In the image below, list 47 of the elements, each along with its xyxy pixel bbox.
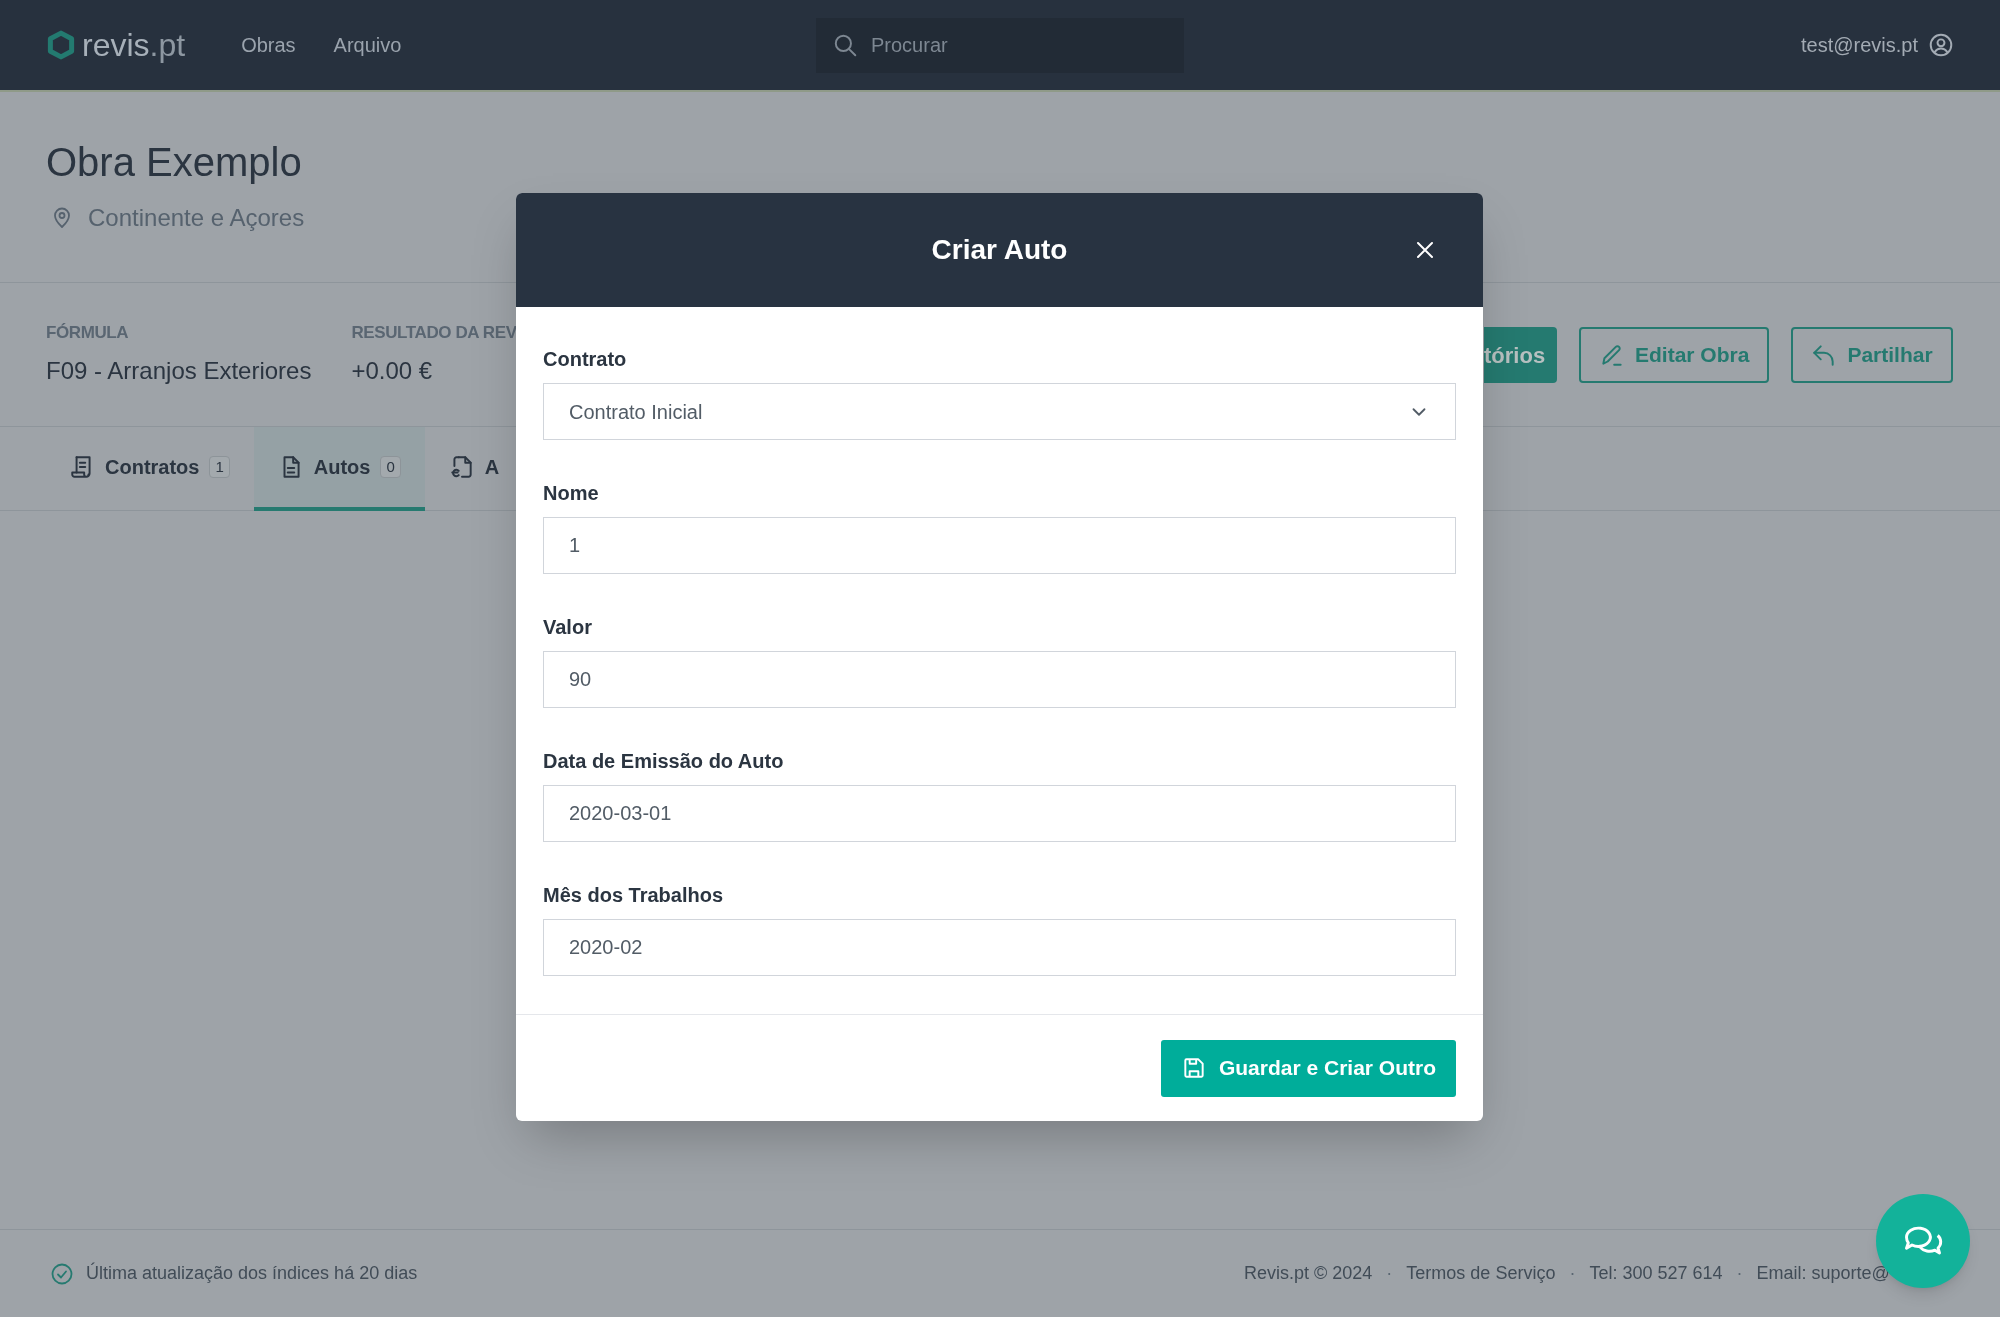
dialog-title: Criar Auto — [931, 233, 1068, 267]
project-title: Obra Exemplo — [46, 139, 303, 186]
nav-link[interactable]: Arquivo — [333, 30, 402, 60]
field-label: Data de Emissão do Auto — [543, 749, 785, 773]
tab[interactable]: Contratos 1 — [45, 427, 254, 511]
search-icon — [832, 32, 858, 58]
user-icon — [1928, 32, 1954, 58]
input-field[interactable]: 2020-03-01 — [543, 785, 1456, 842]
input-field[interactable]: 1 — [543, 517, 1456, 574]
count-badge: 0 — [380, 456, 401, 478]
input-field[interactable]: 2020-02 — [543, 919, 1456, 976]
reports-button[interactable]: tórios — [1484, 327, 1557, 383]
stat-value: F09 - Arranjos Exteriores — [46, 356, 312, 387]
stat-label: FÓRMULA — [46, 321, 130, 344]
search-field[interactable]: Procurar — [816, 18, 1184, 73]
check-circle-icon — [50, 1261, 74, 1286]
stat-value: +0.00 € — [351, 356, 434, 387]
field-label: Valor — [543, 615, 593, 639]
field-label: Nome — [543, 481, 600, 505]
save-button[interactable]: Guardar e Criar Outro — [1160, 1039, 1456, 1097]
footer-text: Email: suporte@ — [1756, 1262, 1890, 1285]
count-badge: 1 — [209, 456, 230, 478]
terms-link[interactable]: Termos de Serviço — [1406, 1260, 1556, 1287]
field-label: Contrato — [543, 347, 628, 371]
footer-text: Revis.pt © 2024 — [1244, 1262, 1373, 1285]
logo-icon — [46, 30, 76, 60]
user-email[interactable]: test@revis.pt — [1801, 30, 1918, 60]
euro-document-icon — [448, 454, 475, 480]
tab[interactable]: Autos 0 — [253, 427, 425, 511]
field-label: Mês dos Trabalhos — [543, 883, 725, 907]
nav-link[interactable]: Obras — [241, 30, 296, 60]
tab-label: A — [484, 455, 500, 480]
stat-label: RESULTADO DA REV — [351, 321, 517, 344]
select-field[interactable]: Contrato Inicial — [543, 383, 1456, 440]
separator-dot: · — [1569, 1262, 1576, 1285]
status-text: Última atualização dos índices há 20 dias — [86, 1261, 418, 1285]
tab-label: Contratos — [105, 455, 200, 480]
location-text: Continente e Açores — [88, 203, 305, 233]
input-field[interactable]: 90 — [543, 651, 1456, 708]
tab-label: Autos — [313, 455, 371, 480]
tab[interactable]: A — [424, 427, 524, 511]
separator-dot: · — [1736, 1262, 1743, 1285]
pencil-icon — [1599, 342, 1625, 368]
separator-dot: · — [1386, 1262, 1393, 1285]
footer-text: Tel: 300 527 614 — [1589, 1262, 1723, 1285]
logo-text: revis — [82, 29, 150, 61]
logo-suffix: .pt — [149, 29, 186, 61]
